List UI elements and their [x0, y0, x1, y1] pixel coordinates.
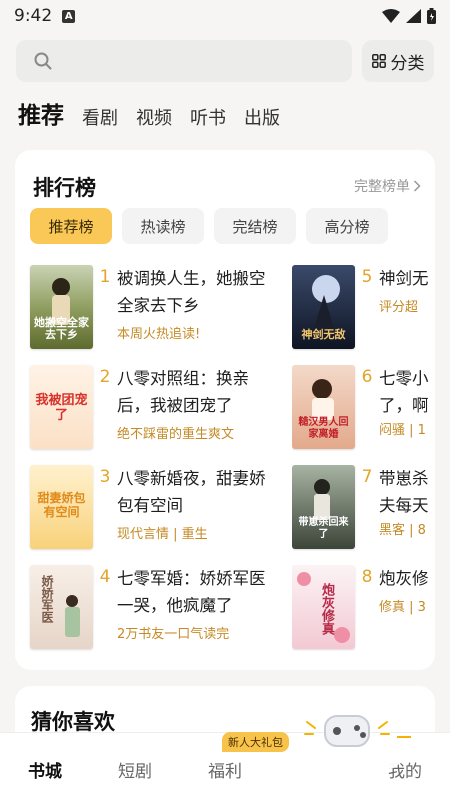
book-tag: 现代言情 | 重生 [117, 527, 208, 542]
book-item[interactable]: 神剑无敌 5 神剑无 评分超 [292, 265, 435, 351]
grid-icon [371, 54, 386, 68]
book-title: 八零对照组：换亲后，我被团宠了 [117, 369, 249, 415]
book-tag: 绝不踩雷的重生爽文 [117, 427, 235, 442]
book-title: 炮灰修 [379, 569, 429, 588]
cover-title: 神剑无敌 [301, 328, 346, 341]
book-cover: 带崽杀回来了 [292, 465, 355, 549]
book-info: 七零小 了，啊 闷骚 | 1 [379, 365, 429, 451]
cover-title: 她搬空全家去下乡 [34, 316, 89, 341]
ranking-title: 排行榜 [33, 176, 96, 200]
book-info: 八零对照组：换亲后，我被团宠了 绝不踩雷的重生爽文 [117, 365, 272, 451]
tab-drama[interactable]: 看剧 [82, 104, 118, 130]
book-tag: 2万书友一口气读完 [117, 627, 230, 642]
chip-finished[interactable]: 完结榜 [214, 208, 296, 244]
book-cover: 娇娇军医 [30, 565, 93, 649]
gift-badge[interactable]: 新人大礼包 [222, 732, 289, 752]
ranking-chips: 推荐榜 热读榜 完结榜 高分榜 [30, 208, 388, 244]
rank-number: 8 [361, 567, 373, 587]
full-ranking-label: 完整榜单 [354, 179, 410, 195]
cover-title: 带崽杀回来了 [298, 517, 349, 540]
rank-number: 1 [99, 267, 111, 287]
tab-audiobook[interactable]: 听书 [190, 104, 226, 130]
book-title: 带崽杀 [379, 469, 429, 488]
book-tag: 闷骚 | 1 [379, 423, 426, 438]
book-title-line2: 夫每天 [379, 496, 429, 515]
book-cover: 我被团宠了 [30, 365, 93, 449]
search-box[interactable] [16, 40, 352, 82]
tab-video[interactable]: 视频 [136, 104, 172, 130]
book-title: 八零新婚夜，甜妻娇包有空间 [117, 469, 266, 515]
book-title: 神剑无 [379, 269, 429, 288]
cover-title: 甜妻娇包有空间 [37, 491, 86, 519]
book-cover: 她搬空全家去下乡 [30, 265, 93, 349]
status-bar: 9:42 A [0, 0, 450, 32]
status-time: 9:42 [14, 6, 53, 26]
chip-top-rated[interactable]: 高分榜 [306, 208, 388, 244]
nav-bookstore[interactable]: 书城 [28, 757, 62, 782]
search-row: 分类 [16, 40, 434, 82]
book-title: 七零军婚：娇娇军医一哭，他疯魔了 [117, 569, 266, 615]
book-info: 七零军婚：娇娇军医一哭，他疯魔了 2万书友一口气读完 [117, 565, 272, 651]
book-item[interactable]: 娇娇军医 4 七零军婚：娇娇军医一哭，他疯魔了 2万书友一口气读完 [30, 565, 280, 651]
search-icon [34, 52, 52, 70]
tab-recommend[interactable]: 推荐 [18, 96, 64, 130]
cover-title: 糙汉男人回家离婚 [298, 417, 349, 440]
book-info: 八零新婚夜，甜妻娇包有空间 现代言情 | 重生 [117, 465, 272, 551]
book-tag: 本周火热追读! [117, 327, 201, 342]
chip-hot[interactable]: 热读榜 [122, 208, 204, 244]
rank-number: 4 [99, 567, 111, 587]
category-label: 分类 [390, 53, 425, 74]
book-tag: 修真 | 3 [379, 600, 426, 615]
rank-number: 7 [361, 467, 373, 487]
nav-welfare[interactable]: 福利 [208, 757, 242, 782]
rank-number: 2 [99, 367, 111, 387]
category-button[interactable]: 分类 [362, 40, 434, 82]
cover-title: 我被团宠了 [35, 393, 88, 423]
full-ranking-link[interactable]: 完整榜单 [354, 176, 421, 196]
book-tag: 评分超 [379, 300, 419, 315]
book-title: 被调换人生，她搬空全家去下乡 [117, 269, 266, 315]
rank-number: 6 [361, 367, 373, 387]
top-tabs: 推荐 看剧 视频 听书 出版 [18, 96, 280, 130]
status-icons [382, 8, 436, 24]
book-title: 七零小 [379, 369, 429, 388]
book-info: 神剑无 评分超 [379, 265, 429, 351]
book-item[interactable]: 我被团宠了 2 八零对照组：换亲后，我被团宠了 绝不踩雷的重生爽文 [30, 365, 280, 451]
rank-number: 5 [361, 267, 373, 287]
chip-recommend[interactable]: 推荐榜 [30, 208, 112, 244]
book-info: 带崽杀 夫每天 黑客 | 8 [379, 465, 429, 551]
book-item[interactable]: 带崽杀回来了 7 带崽杀 夫每天 黑客 | 8 [292, 465, 435, 551]
book-item[interactable]: 炮灰修真 8 炮灰修 修真 | 3 [292, 565, 435, 651]
battery-icon [427, 8, 436, 24]
signal-icon [406, 9, 421, 23]
book-tag: 黑客 | 8 [379, 523, 426, 538]
tab-publish[interactable]: 出版 [244, 104, 280, 130]
book-title-line2: 了，啊 [379, 396, 429, 415]
book-info: 被调换人生，她搬空全家去下乡 本周火热追读! [117, 265, 272, 351]
book-cover: 神剑无敌 [292, 265, 355, 349]
wifi-icon [382, 9, 400, 23]
book-item[interactable]: 糙汉男人回家离婚 6 七零小 了，啊 闷骚 | 1 [292, 365, 435, 451]
cover-title: 炮灰修真 [319, 583, 334, 635]
search-input[interactable] [60, 52, 320, 70]
cover-figure-icon [65, 595, 80, 637]
book-cover: 糙汉男人回家离婚 [292, 365, 355, 449]
notification-icon: A [62, 9, 76, 23]
ranking-card: 排行榜 完整榜单 推荐榜 热读榜 完结榜 高分榜 她搬空全家去下乡 1 被调换人… [15, 150, 435, 670]
book-item[interactable]: 甜妻娇包有空间 3 八零新婚夜，甜妻娇包有空间 现代言情 | 重生 [30, 465, 280, 551]
rank-number: 3 [99, 467, 111, 487]
book-cover: 甜妻娇包有空间 [30, 465, 93, 549]
chevron-right-icon [413, 180, 421, 192]
nav-short-drama[interactable]: 短剧 [118, 757, 152, 782]
book-cover: 炮灰修真 [292, 565, 355, 649]
book-item[interactable]: 她搬空全家去下乡 1 被调换人生，她搬空全家去下乡 本周火热追读! [30, 265, 280, 351]
book-info: 炮灰修 修真 | 3 [379, 565, 429, 651]
gamepad-mascot-icon[interactable] [297, 708, 417, 778]
